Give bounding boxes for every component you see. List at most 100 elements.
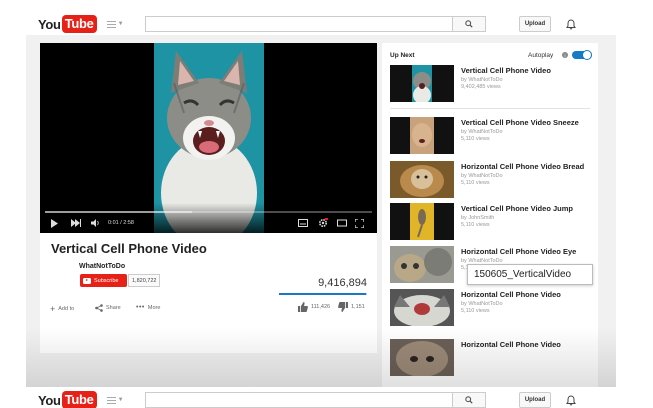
- item-title[interactable]: Vertical Cell Phone Video Sneeze: [461, 118, 579, 127]
- guide-menu-button[interactable]: ▼: [106, 20, 124, 28]
- subscriber-count: 1,820,722: [128, 274, 161, 287]
- youtube-watch-page: You Tube ▼ Upload 0:01 / 2:58 Vertical C…: [0, 0, 653, 408]
- up-next-heading: Up Next: [390, 52, 415, 59]
- time-text: 0:01 / 2:58: [108, 220, 134, 226]
- video-title: Vertical Cell Phone Video: [51, 241, 207, 256]
- logo-tube-text: Tube: [61, 391, 97, 408]
- item-views: 5,110 views: [461, 222, 490, 228]
- item-title[interactable]: Horizontal Cell Phone Video: [461, 340, 561, 349]
- search-button[interactable]: [453, 392, 486, 408]
- list-item-5[interactable]: Horizontal Cell Phone Video by WhatNotTo…: [390, 289, 595, 327]
- item-channel: by WhatNotToDo: [461, 173, 503, 179]
- share-icon: [95, 304, 103, 312]
- like-count: 111,426: [311, 304, 331, 310]
- theater-mode-button[interactable]: [337, 217, 347, 229]
- item-title[interactable]: Vertical Cell Phone Video Jump: [461, 204, 573, 213]
- masthead-top: You Tube ▼ Upload: [38, 13, 598, 35]
- subtitles-icon: [298, 219, 308, 227]
- more-dots-icon: •••: [136, 304, 145, 311]
- video-thumbnail-0[interactable]: [390, 65, 454, 102]
- gear-icon: [318, 218, 328, 228]
- search-icon: [465, 396, 473, 404]
- next-button[interactable]: [71, 217, 81, 229]
- time-display: 0:01 / 2:58: [108, 217, 134, 229]
- video-info-panel: Vertical Cell Phone Video WhatNotToDo Su…: [40, 233, 377, 353]
- video-thumbnail-2[interactable]: [390, 161, 454, 198]
- like-button[interactable]: 111,426: [298, 302, 330, 312]
- item-title[interactable]: Horizontal Cell Phone Video: [461, 290, 561, 299]
- plus-icon: +: [50, 304, 56, 314]
- item-views: 5,110 views: [461, 308, 490, 314]
- search-button[interactable]: [453, 16, 486, 32]
- share-button[interactable]: Share: [95, 304, 121, 312]
- list-item-3[interactable]: Vertical Cell Phone Video Jump by JohnSm…: [390, 203, 595, 241]
- list-item-0[interactable]: Vertical Cell Phone Video by WhatNotToDo…: [390, 65, 595, 103]
- search-input[interactable]: [145, 392, 453, 408]
- like-ratio-bar: [279, 293, 367, 295]
- video-player[interactable]: 0:01 / 2:58: [40, 43, 377, 233]
- item-channel: by WhatNotToDo: [461, 129, 503, 135]
- next-icon: [71, 219, 81, 227]
- subtitles-button[interactable]: [298, 217, 308, 229]
- play-button[interactable]: [50, 217, 58, 229]
- fullscreen-icon: [355, 218, 364, 228]
- volume-icon: [91, 219, 99, 227]
- video-thumbnail-1[interactable]: [390, 117, 454, 154]
- theater-icon: [337, 219, 347, 227]
- notifications-bell-icon[interactable]: [563, 16, 579, 32]
- guide-menu-button[interactable]: ▼: [106, 396, 124, 404]
- item-title[interactable]: Horizontal Cell Phone Video Eye: [461, 247, 576, 256]
- video-thumbnail-3[interactable]: [390, 203, 454, 240]
- youtube-play-icon: [83, 277, 91, 284]
- view-count: 9,416,894: [318, 277, 367, 289]
- youtube-logo[interactable]: You Tube: [38, 391, 97, 408]
- list-item-6[interactable]: Horizontal Cell Phone Video: [390, 339, 595, 377]
- dislike-button[interactable]: 1,151: [338, 302, 365, 312]
- list-item-1[interactable]: Vertical Cell Phone Video Sneeze by What…: [390, 117, 595, 155]
- upload-button[interactable]: Upload: [519, 16, 551, 32]
- thumbs-up-icon: [298, 302, 308, 312]
- add-to-label: Add to: [58, 306, 75, 312]
- channel-name[interactable]: WhatNotToDo: [79, 263, 125, 270]
- share-label: Share: [106, 305, 121, 311]
- masthead-bottom: You Tube ▼ Upload: [38, 389, 598, 408]
- autoplay-label: Autoplay: [528, 52, 554, 59]
- up-next-sidebar: Up Next Autoplay i Vertical Cell Phone V…: [382, 43, 598, 387]
- play-icon: [51, 218, 58, 228]
- volume-button[interactable]: [91, 217, 100, 229]
- logo-you-text: You: [38, 16, 61, 32]
- caret-down-icon: ▼: [117, 397, 124, 403]
- subscribe-button[interactable]: Subscribe: [80, 274, 127, 287]
- autoplay-toggle[interactable]: [572, 50, 592, 60]
- progress-load: [45, 211, 193, 213]
- more-label: More: [147, 304, 161, 311]
- info-icon[interactable]: i: [562, 52, 568, 58]
- video-thumbnail-5[interactable]: [390, 289, 454, 326]
- youtube-logo[interactable]: You Tube: [38, 15, 97, 33]
- dislike-count: 1,151: [351, 304, 365, 310]
- search-input[interactable]: [145, 16, 453, 32]
- settings-button[interactable]: [318, 217, 328, 229]
- hamburger-icon: [106, 20, 116, 28]
- caret-down-icon: ▼: [117, 21, 124, 27]
- file-name-tooltip: 150605_VerticalVideo: [467, 264, 593, 285]
- search-icon: [465, 20, 473, 28]
- add-to-button[interactable]: + Add to: [50, 304, 74, 314]
- player-progress-bar[interactable]: [45, 211, 372, 213]
- sidebar-divider: [390, 108, 590, 109]
- item-title[interactable]: Horizontal Cell Phone Video Bread: [461, 162, 584, 171]
- item-channel: by JohnSmith: [461, 215, 495, 221]
- list-item-2[interactable]: Horizontal Cell Phone Video Bread by Wha…: [390, 161, 595, 199]
- watch-content: 0:01 / 2:58 Vertical Cell Phone Video Wh…: [26, 35, 616, 387]
- logo-tube-text: Tube: [61, 15, 97, 33]
- subscribe-label: Subscribe: [94, 277, 119, 284]
- video-thumbnail-4[interactable]: [390, 246, 454, 283]
- item-channel: by WhatNotToDo: [461, 301, 503, 307]
- upload-button[interactable]: Upload: [519, 392, 551, 408]
- fullscreen-button[interactable]: [355, 217, 364, 229]
- notifications-bell-icon[interactable]: [563, 392, 579, 408]
- video-thumbnail-6[interactable]: [390, 339, 454, 376]
- item-title[interactable]: Vertical Cell Phone Video: [461, 66, 551, 75]
- like-ratio-fill: [279, 293, 367, 295]
- more-button[interactable]: ••• More: [136, 304, 160, 311]
